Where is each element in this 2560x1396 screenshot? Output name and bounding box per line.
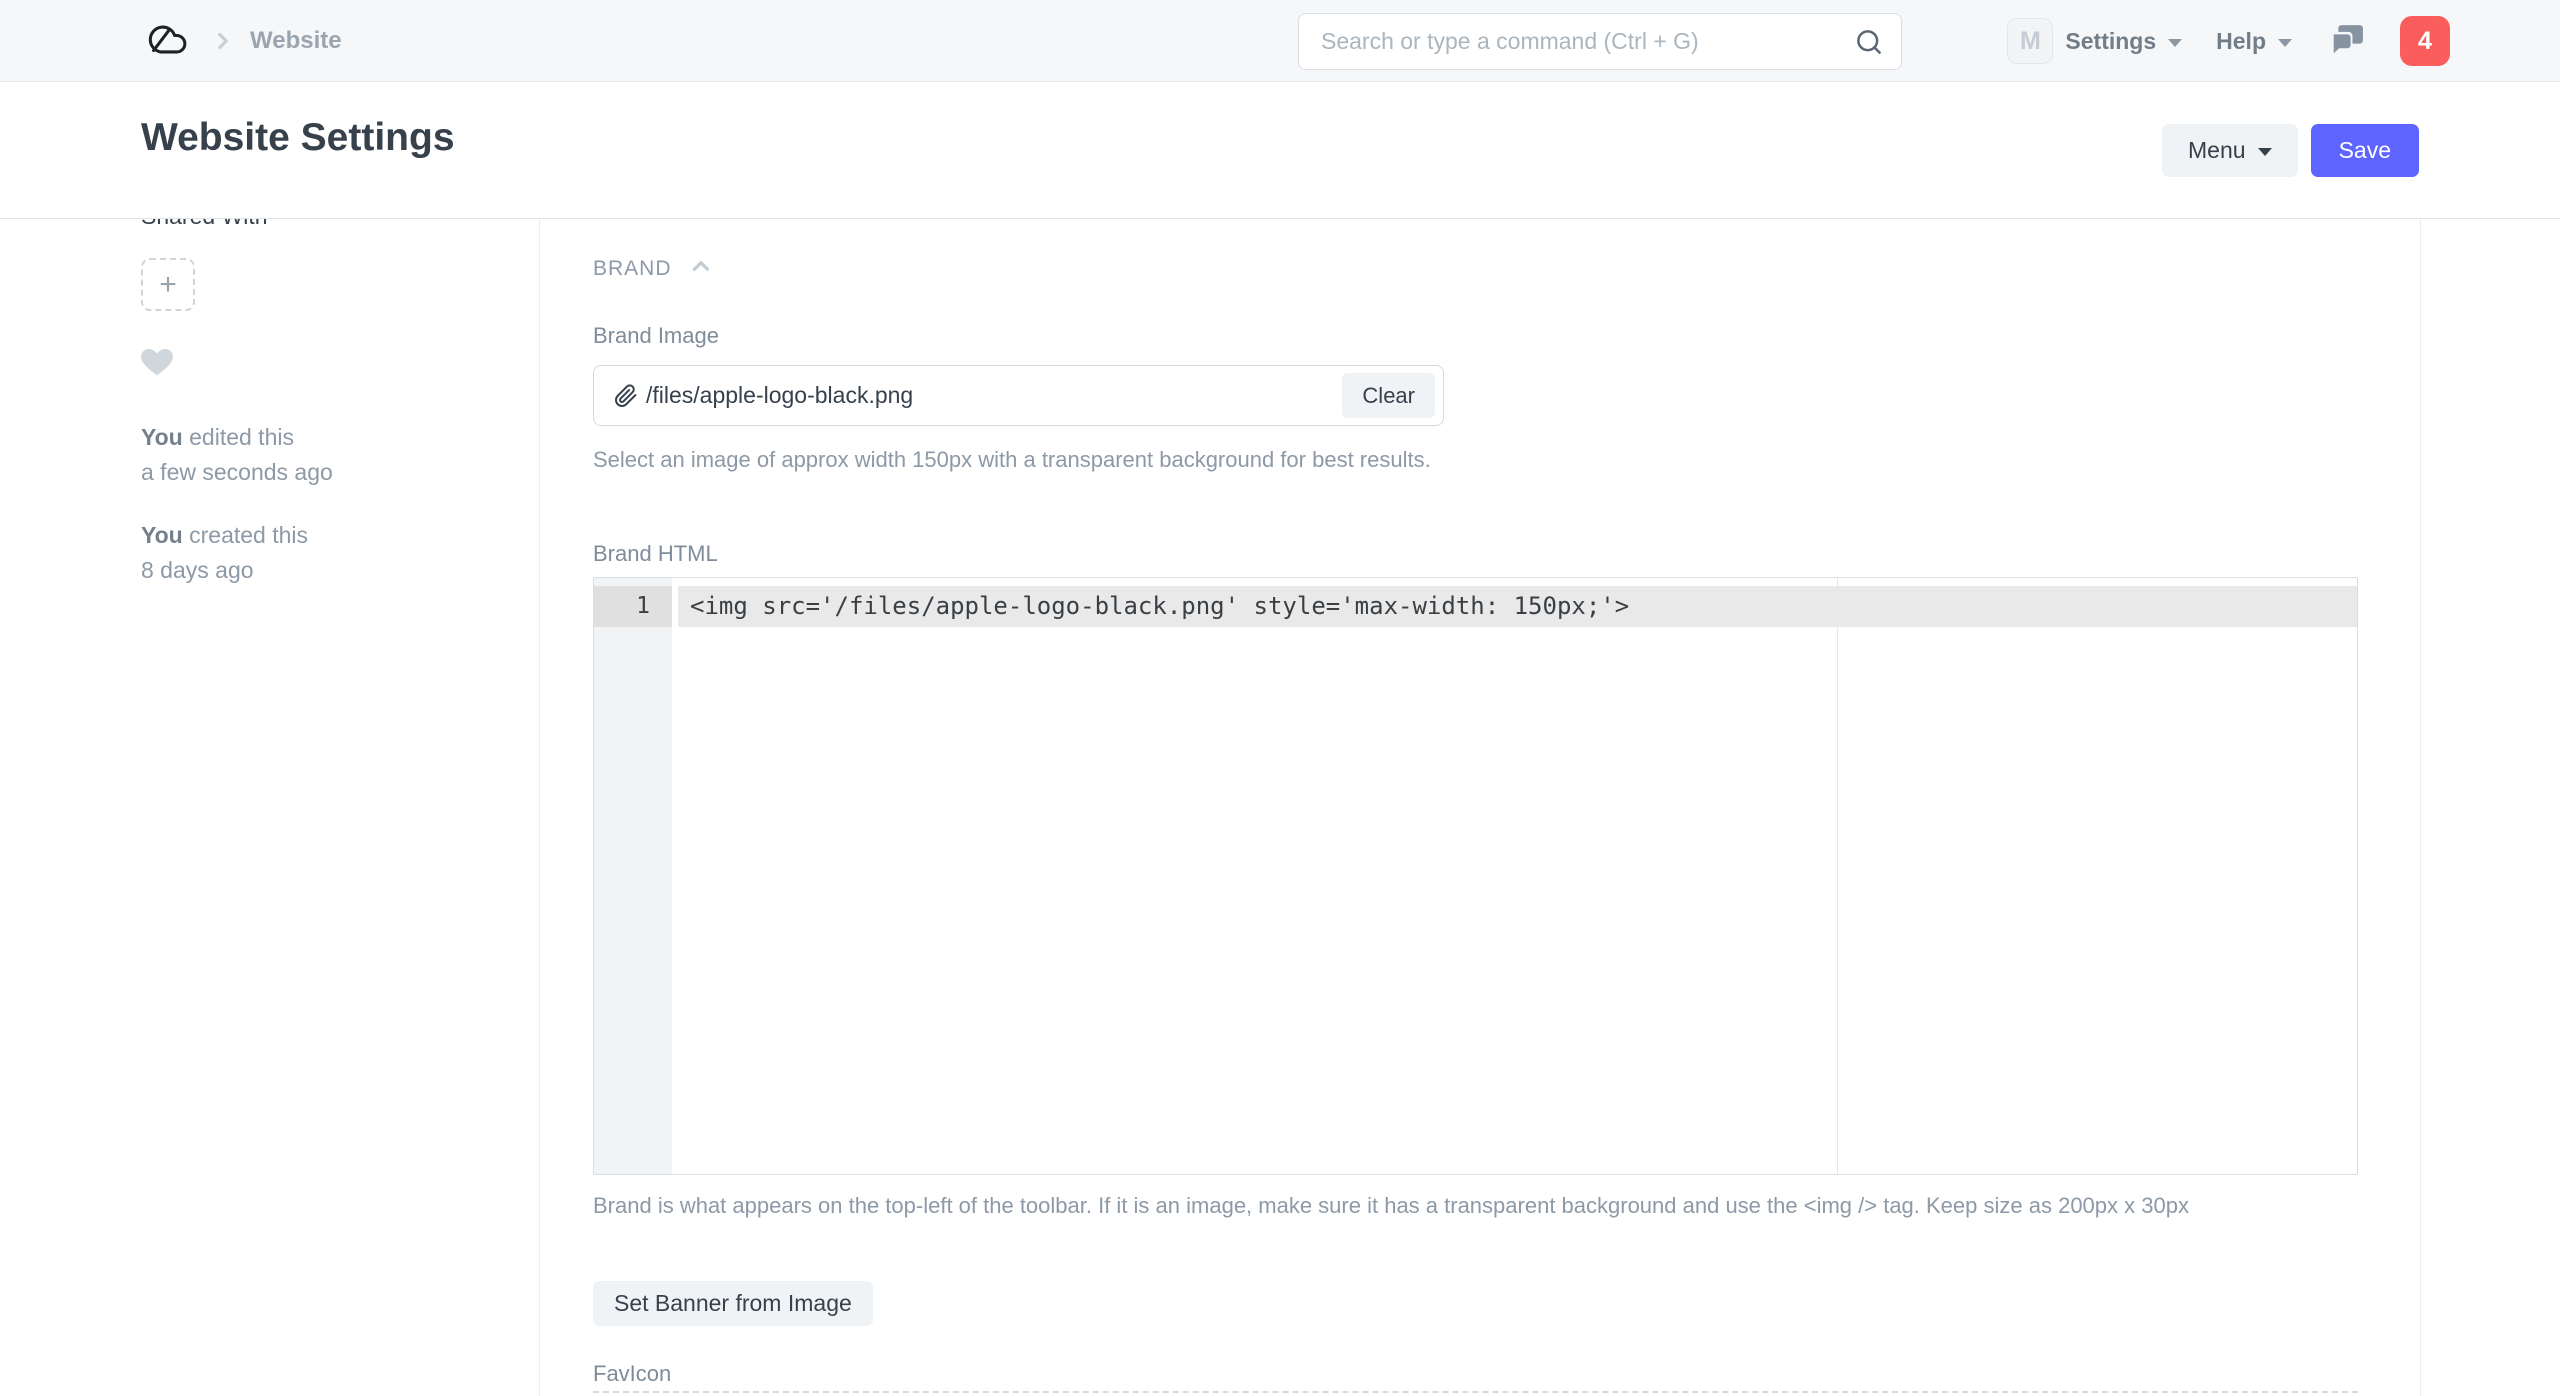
clear-attachment-button[interactable]: Clear bbox=[1342, 373, 1435, 418]
timeline-created: You created this 8 days ago bbox=[141, 518, 308, 588]
chevron-up-icon bbox=[688, 253, 714, 284]
brand-image-description: Select an image of approx width 150px wi… bbox=[593, 443, 1463, 477]
form-body: BRAND Brand Image /files/apple-logo-blac… bbox=[593, 219, 2358, 1396]
editor-gutter bbox=[594, 578, 672, 1174]
caret-down-icon bbox=[2278, 39, 2292, 47]
brand-image-attachment: /files/apple-logo-black.png Clear bbox=[593, 365, 1444, 426]
menu-button-label: Menu bbox=[2188, 137, 2246, 164]
attached-file-link[interactable]: /files/apple-logo-black.png bbox=[614, 382, 1342, 409]
favicon-attach-area-edge bbox=[593, 1391, 2358, 1396]
form-right-border bbox=[2420, 219, 2421, 1396]
timeline-action: created this bbox=[183, 522, 308, 548]
timeline-edited: You edited this a few seconds ago bbox=[141, 420, 333, 490]
timeline-when: 8 days ago bbox=[141, 557, 254, 583]
help-dropdown-label: Help bbox=[2216, 28, 2266, 55]
chat-button[interactable] bbox=[2326, 20, 2366, 63]
timeline-user: You bbox=[141, 522, 183, 548]
chat-bubbles-icon bbox=[2326, 20, 2366, 63]
settings-dropdown-label: Settings bbox=[2065, 28, 2156, 55]
settings-dropdown[interactable]: M Settings bbox=[2007, 18, 2182, 64]
caret-down-icon bbox=[2168, 39, 2182, 47]
favicon-label: FavIcon bbox=[593, 1361, 671, 1387]
page-title: Website Settings bbox=[141, 116, 455, 160]
brand-html-description: Brand is what appears on the top-left of… bbox=[593, 1189, 2368, 1222]
global-search bbox=[1298, 13, 1902, 70]
search-input[interactable] bbox=[1298, 13, 1902, 70]
help-dropdown[interactable]: Help bbox=[2216, 28, 2292, 55]
editor-code-line: <img src='/files/apple-logo-black.png' s… bbox=[690, 586, 1629, 627]
navbar-left: Website bbox=[142, 18, 342, 64]
navbar-right: M Settings Help 4 bbox=[2007, 0, 2450, 82]
set-banner-from-image-button[interactable]: Set Banner from Image bbox=[593, 1281, 873, 1326]
editor-line-number: 1 bbox=[594, 586, 650, 627]
sidebar-divider bbox=[539, 219, 540, 1396]
timeline-user: You bbox=[141, 424, 183, 450]
app-logo[interactable] bbox=[142, 18, 188, 64]
add-share-button[interactable]: + bbox=[141, 258, 195, 311]
paperclip-icon bbox=[614, 384, 638, 408]
section-head-brand[interactable]: BRAND bbox=[593, 253, 714, 284]
brand-html-label: Brand HTML bbox=[593, 541, 718, 567]
timeline-when: a few seconds ago bbox=[141, 459, 333, 485]
timeline-action: edited this bbox=[183, 424, 294, 450]
navbar: Website M Settings Help bbox=[0, 0, 2560, 82]
brand-image-label: Brand Image bbox=[593, 323, 719, 349]
chevron-right-icon bbox=[210, 28, 236, 54]
breadcrumb[interactable]: Website bbox=[250, 27, 342, 55]
search-icon[interactable] bbox=[1854, 27, 1884, 62]
page-head: Website Settings Menu Save bbox=[0, 82, 2560, 219]
editor-print-margin bbox=[1837, 578, 1838, 1174]
brand-html-code-editor[interactable]: 1 <img src='/files/apple-logo-black.png'… bbox=[593, 577, 2358, 1175]
caret-down-icon bbox=[2258, 148, 2272, 156]
website-settings-screen: Website M Settings Help bbox=[0, 0, 2560, 1396]
save-button[interactable]: Save bbox=[2311, 124, 2419, 177]
menu-button[interactable]: Menu bbox=[2162, 124, 2298, 177]
page-actions: Menu Save bbox=[2162, 124, 2419, 177]
section-label: BRAND bbox=[593, 257, 672, 281]
avatar: M bbox=[2007, 18, 2053, 64]
attached-file-name: /files/apple-logo-black.png bbox=[646, 382, 913, 409]
notifications-badge[interactable]: 4 bbox=[2400, 16, 2450, 66]
cloud-logo-icon bbox=[143, 21, 187, 60]
heart-icon[interactable] bbox=[140, 345, 174, 382]
